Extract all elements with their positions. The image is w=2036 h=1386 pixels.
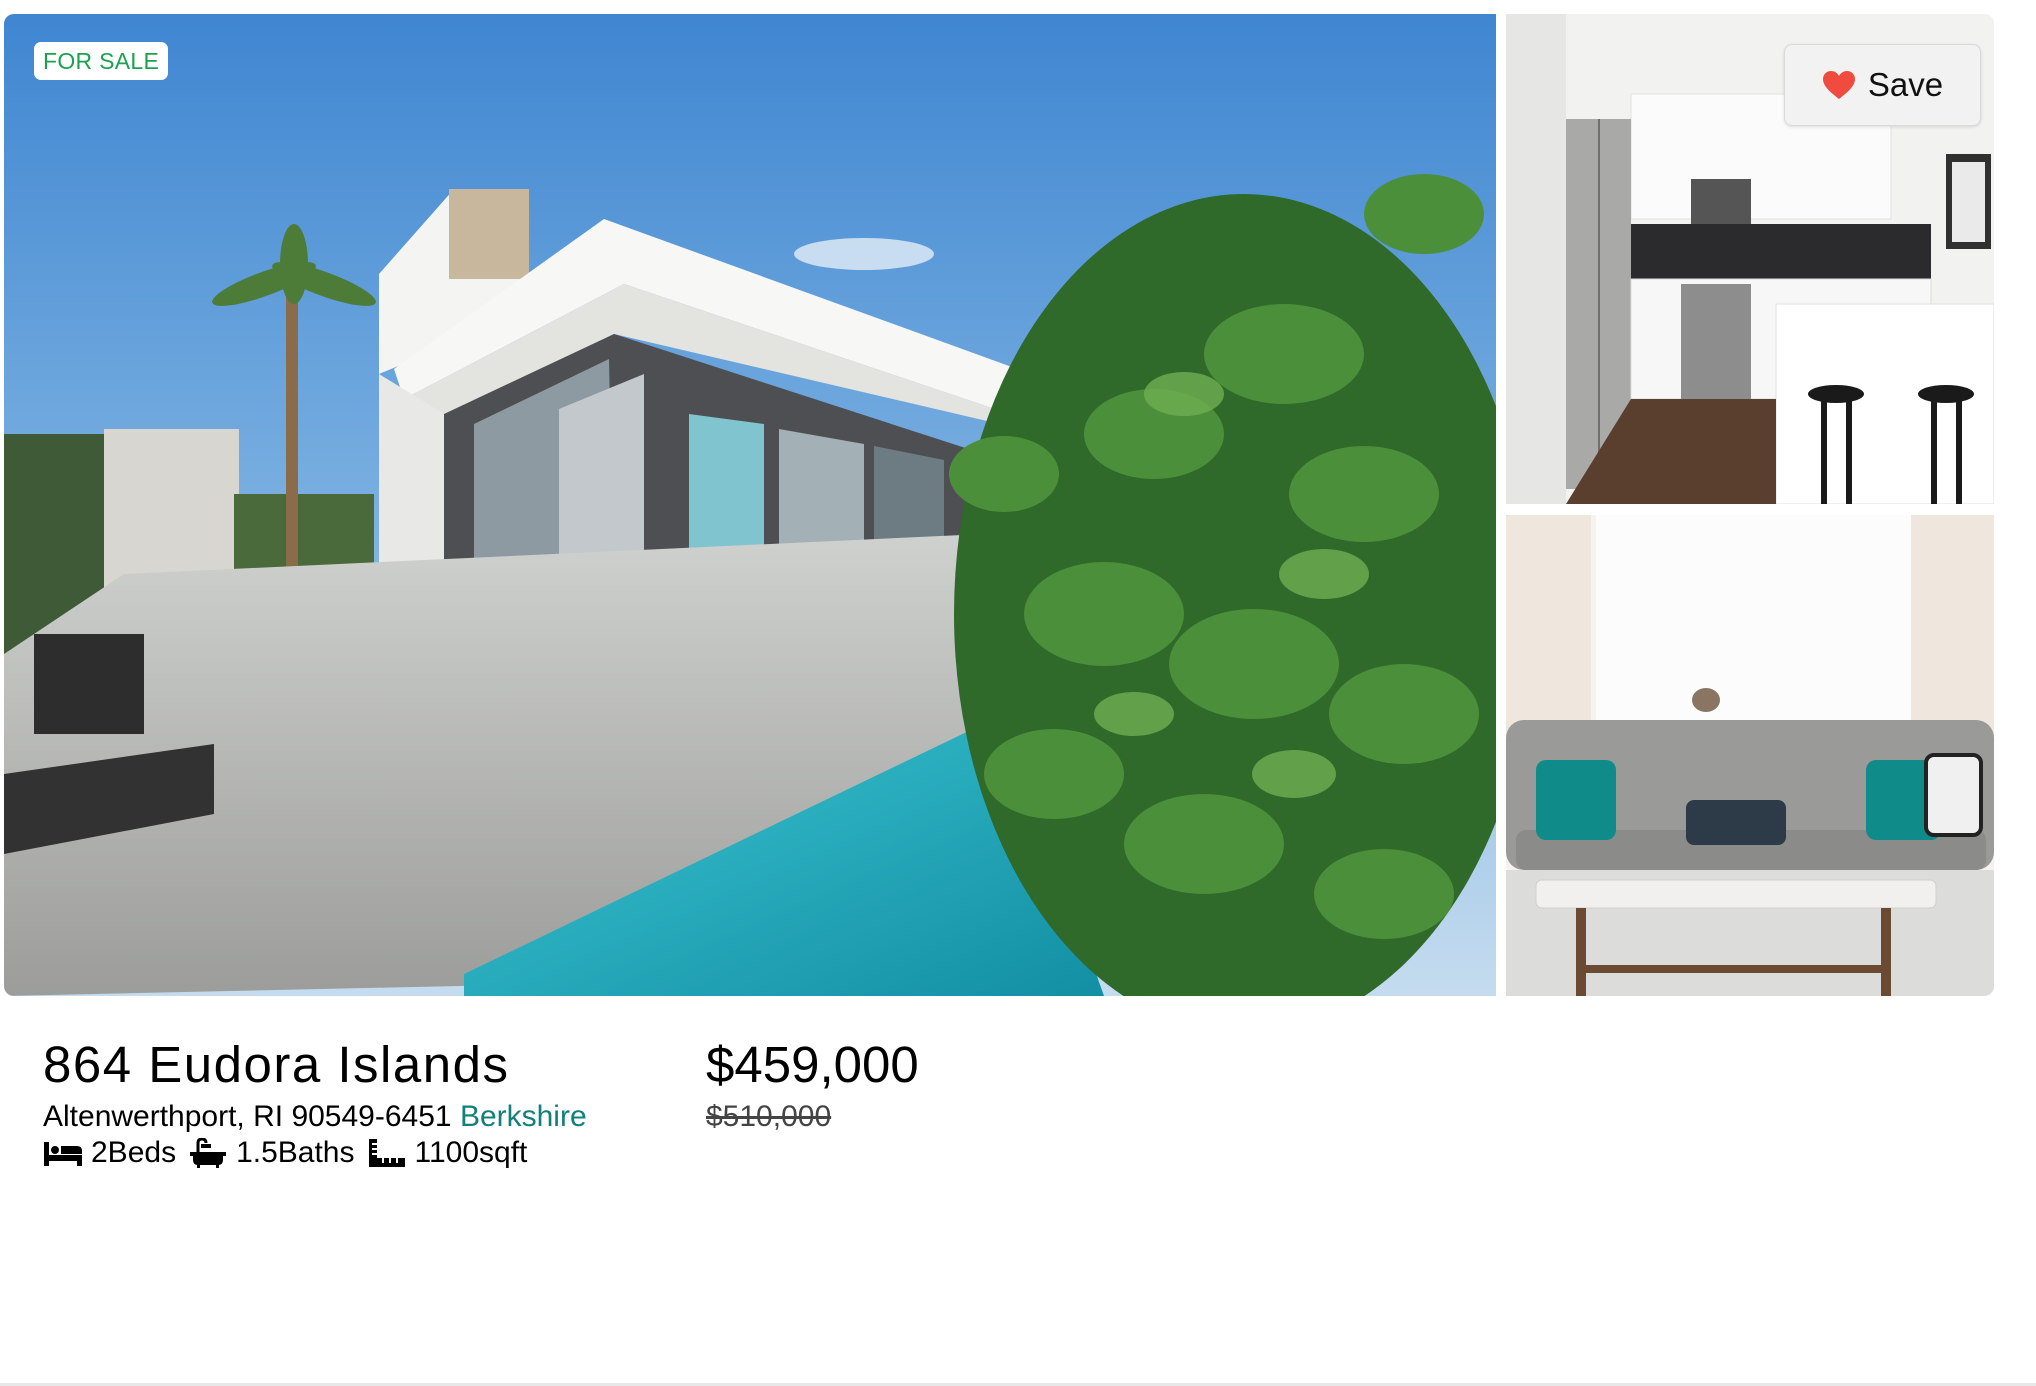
listing-street-address: 864 Eudora Islands: [43, 1036, 510, 1093]
heart-icon: [1822, 71, 1855, 99]
living-room-photo[interactable]: [1506, 515, 1994, 996]
area-spec: 1100sqft: [367, 1134, 528, 1172]
baths-count: 1.5Baths: [236, 1136, 355, 1169]
area-size: 1100sqft: [414, 1136, 528, 1169]
beds-spec: 2Beds: [43, 1134, 176, 1172]
listing-specs: 2Beds 1.5Baths 1100sqft: [43, 1134, 539, 1172]
brokerage-link[interactable]: Berkshire: [460, 1100, 587, 1133]
bed-icon: [44, 1142, 82, 1166]
original-price: $510,000: [706, 1100, 832, 1133]
save-button[interactable]: Save: [1784, 44, 1981, 126]
status-badge: FOR SALE: [34, 42, 169, 80]
bath-icon: [190, 1138, 227, 1168]
living-room-image: [1506, 515, 1994, 996]
listing-city-line: Altenwerthport, RI 90549-6451 Berkshire: [43, 1098, 587, 1136]
baths-spec: 1.5Baths: [188, 1134, 355, 1172]
villa-image: [4, 14, 1496, 996]
kitchen-photo[interactable]: Save: [1506, 14, 1994, 504]
listing-details: 864 Eudora Islands Altenwerthport, RI 90…: [43, 1034, 1993, 1174]
city-state-zip: Altenwerthport, RI 90549-6451: [43, 1100, 452, 1133]
photo-gallery: FOR SALE Save: [4, 14, 1994, 996]
beds-count: 2Beds: [91, 1136, 177, 1169]
ruler-icon: [368, 1139, 405, 1167]
main-photo[interactable]: FOR SALE: [4, 14, 1496, 996]
save-button-label: Save: [1867, 66, 1944, 103]
listing-price: $459,000: [706, 1036, 919, 1093]
